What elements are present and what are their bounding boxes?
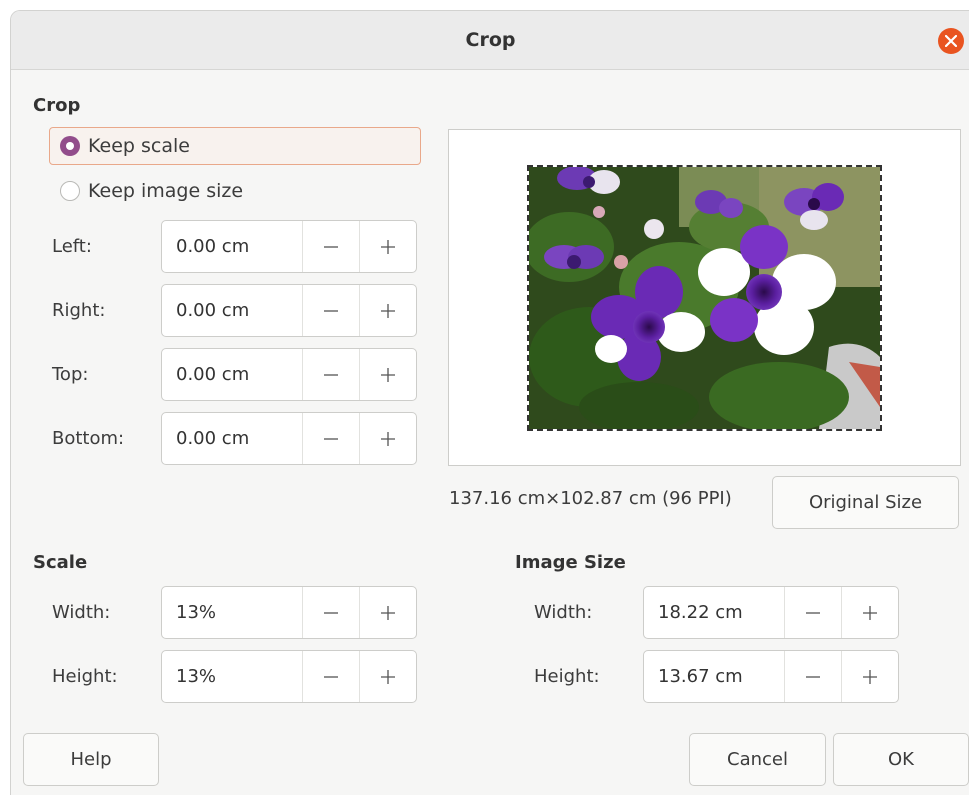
top-spinbox: 0.00 cm bbox=[161, 348, 417, 401]
plus-icon bbox=[381, 240, 395, 254]
close-button[interactable] bbox=[938, 28, 964, 54]
plus-icon bbox=[381, 368, 395, 382]
minus-icon bbox=[324, 374, 338, 376]
image-height-spinbox: 13.67 cm bbox=[643, 650, 899, 703]
minus-icon bbox=[324, 676, 338, 678]
ok-button[interactable]: OK bbox=[833, 733, 969, 786]
right-decrement-button[interactable] bbox=[302, 285, 359, 336]
plus-icon bbox=[381, 606, 395, 620]
cancel-button[interactable]: Cancel bbox=[689, 733, 826, 786]
minus-icon bbox=[806, 676, 820, 678]
radio-unselected-icon bbox=[60, 181, 80, 201]
scale-width-decrement-button[interactable] bbox=[302, 587, 359, 638]
help-button[interactable]: Help bbox=[23, 733, 159, 786]
scale-height-label: Height: bbox=[52, 666, 118, 687]
flower-photo-image bbox=[529, 167, 880, 429]
plus-icon bbox=[381, 670, 395, 684]
image-width-input[interactable]: 18.22 cm bbox=[644, 587, 784, 638]
top-increment-button[interactable] bbox=[359, 349, 416, 400]
plus-icon bbox=[863, 606, 877, 620]
plus-icon bbox=[381, 432, 395, 446]
image-height-decrement-button[interactable] bbox=[784, 651, 841, 702]
top-label: Top: bbox=[52, 364, 89, 385]
right-spinbox: 0.00 cm bbox=[161, 284, 417, 337]
crop-section-title: Crop bbox=[33, 95, 81, 116]
top-input[interactable]: 0.00 cm bbox=[162, 349, 302, 400]
image-width-label: Width: bbox=[534, 602, 593, 623]
minus-icon bbox=[324, 310, 338, 312]
crop-dialog: Crop Crop Keep scale Keep image size Lef… bbox=[10, 10, 969, 795]
minus-icon bbox=[806, 612, 820, 614]
title-bar: Crop bbox=[11, 11, 969, 70]
scale-width-spinbox: 13% bbox=[161, 586, 417, 639]
right-label: Right: bbox=[52, 300, 106, 321]
minus-icon bbox=[324, 246, 338, 248]
preview-photo bbox=[527, 165, 882, 431]
image-dimensions-text: 137.16 cm×102.87 cm (96 PPI) bbox=[449, 488, 732, 509]
scale-height-increment-button[interactable] bbox=[359, 651, 416, 702]
image-width-spinbox: 18.22 cm bbox=[643, 586, 899, 639]
plus-icon bbox=[381, 304, 395, 318]
right-increment-button[interactable] bbox=[359, 285, 416, 336]
plus-icon bbox=[863, 670, 877, 684]
scale-section-title: Scale bbox=[33, 552, 88, 573]
image-width-increment-button[interactable] bbox=[841, 587, 898, 638]
keep-scale-radio[interactable]: Keep scale bbox=[49, 127, 421, 165]
image-height-label: Height: bbox=[534, 666, 600, 687]
keep-image-size-label: Keep image size bbox=[88, 180, 244, 202]
left-increment-button[interactable] bbox=[359, 221, 416, 272]
original-size-button[interactable]: Original Size bbox=[772, 476, 959, 529]
bottom-label: Bottom: bbox=[52, 428, 125, 449]
keep-scale-label: Keep scale bbox=[88, 135, 190, 157]
right-input[interactable]: 0.00 cm bbox=[162, 285, 302, 336]
scale-height-spinbox: 13% bbox=[161, 650, 417, 703]
left-decrement-button[interactable] bbox=[302, 221, 359, 272]
scale-width-label: Width: bbox=[52, 602, 111, 623]
bottom-increment-button[interactable] bbox=[359, 413, 416, 464]
image-height-increment-button[interactable] bbox=[841, 651, 898, 702]
left-spinbox: 0.00 cm bbox=[161, 220, 417, 273]
left-label: Left: bbox=[52, 236, 92, 257]
image-preview bbox=[448, 129, 961, 466]
scale-height-input[interactable]: 13% bbox=[162, 651, 302, 702]
keep-image-size-radio[interactable]: Keep image size bbox=[50, 173, 350, 209]
left-input[interactable]: 0.00 cm bbox=[162, 221, 302, 272]
scale-width-increment-button[interactable] bbox=[359, 587, 416, 638]
bottom-input[interactable]: 0.00 cm bbox=[162, 413, 302, 464]
scale-height-decrement-button[interactable] bbox=[302, 651, 359, 702]
image-width-decrement-button[interactable] bbox=[784, 587, 841, 638]
radio-selected-icon bbox=[60, 136, 80, 156]
image-size-section-title: Image Size bbox=[515, 552, 626, 573]
minus-icon bbox=[324, 438, 338, 440]
bottom-decrement-button[interactable] bbox=[302, 413, 359, 464]
window-title: Crop bbox=[465, 29, 516, 51]
close-icon bbox=[945, 35, 957, 47]
minus-icon bbox=[324, 612, 338, 614]
scale-width-input[interactable]: 13% bbox=[162, 587, 302, 638]
top-decrement-button[interactable] bbox=[302, 349, 359, 400]
bottom-spinbox: 0.00 cm bbox=[161, 412, 417, 465]
image-height-input[interactable]: 13.67 cm bbox=[644, 651, 784, 702]
